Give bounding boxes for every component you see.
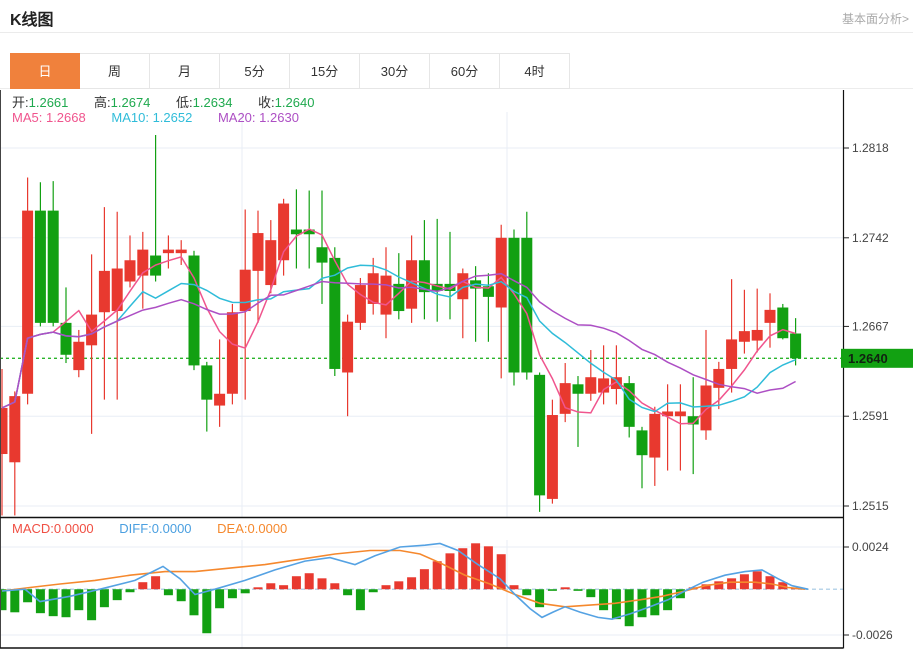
svg-text:1.2818: 1.2818 <box>852 141 889 155</box>
macd-legend: MACD:0.0000 DIFF:0.0000 DEA:0.0000 <box>12 521 309 536</box>
svg-text:1.2515: 1.2515 <box>852 499 889 513</box>
macd-value: MACD:0.0000 <box>12 521 94 536</box>
open-value: 1.2661 <box>28 95 69 110</box>
ma-legend: MA5: 1.2668 MA10: 1.2652 MA20: 1.2630 <box>12 110 321 125</box>
ma5-label: MA5: <box>12 110 43 125</box>
svg-text:1.2640: 1.2640 <box>848 351 888 366</box>
svg-text:1.2667: 1.2667 <box>852 319 889 333</box>
fundamental-analysis-link[interactable]: 基本面分析> <box>842 10 909 27</box>
period-tab-bar: 日 周 月 5分 15分 30分 60分 4时 <box>10 53 570 89</box>
open-label: 开: <box>12 95 29 110</box>
close-value: 1.2640 <box>274 95 315 110</box>
tab-week[interactable]: 周 <box>80 53 150 89</box>
header-divider <box>0 32 913 33</box>
svg-text:0.0024: 0.0024 <box>852 540 889 554</box>
dea-value: DEA:0.0000 <box>217 521 288 536</box>
diff-value: DIFF:0.0000 <box>119 521 192 536</box>
kline-page: { "header": {"title": "K线图", "link": "基本… <box>0 0 913 652</box>
tab-month[interactable]: 月 <box>150 53 220 89</box>
tab-15min[interactable]: 15分 <box>290 53 360 89</box>
low-value: 1.2634 <box>192 95 233 110</box>
svg-text:1.2591: 1.2591 <box>852 409 889 423</box>
tab-day[interactable]: 日 <box>10 53 80 89</box>
tab-5min[interactable]: 5分 <box>220 53 290 89</box>
tab-4hour[interactable]: 4时 <box>500 53 570 89</box>
ma5-value: 1.2668 <box>45 110 86 125</box>
ma10-label: MA10: <box>111 110 149 125</box>
tab-30min[interactable]: 30分 <box>360 53 430 89</box>
high-label: 高: <box>94 95 111 110</box>
svg-text:-0.0026: -0.0026 <box>852 628 893 642</box>
ma10-value: 1.2652 <box>152 110 193 125</box>
tab-60min[interactable]: 60分 <box>430 53 500 89</box>
ma20-label: MA20: <box>217 110 256 125</box>
ohlc-readout: 开:1.2661 高:1.2674 低:1.2634 收:1.2640 <box>12 92 336 111</box>
close-label: 收: <box>258 95 275 110</box>
high-value: 1.2674 <box>110 95 151 110</box>
svg-text:1.2742: 1.2742 <box>852 231 889 245</box>
low-label: 低: <box>176 95 193 110</box>
ma20-value: 1.2630 <box>259 110 299 125</box>
page-title: K线图 <box>10 12 54 29</box>
